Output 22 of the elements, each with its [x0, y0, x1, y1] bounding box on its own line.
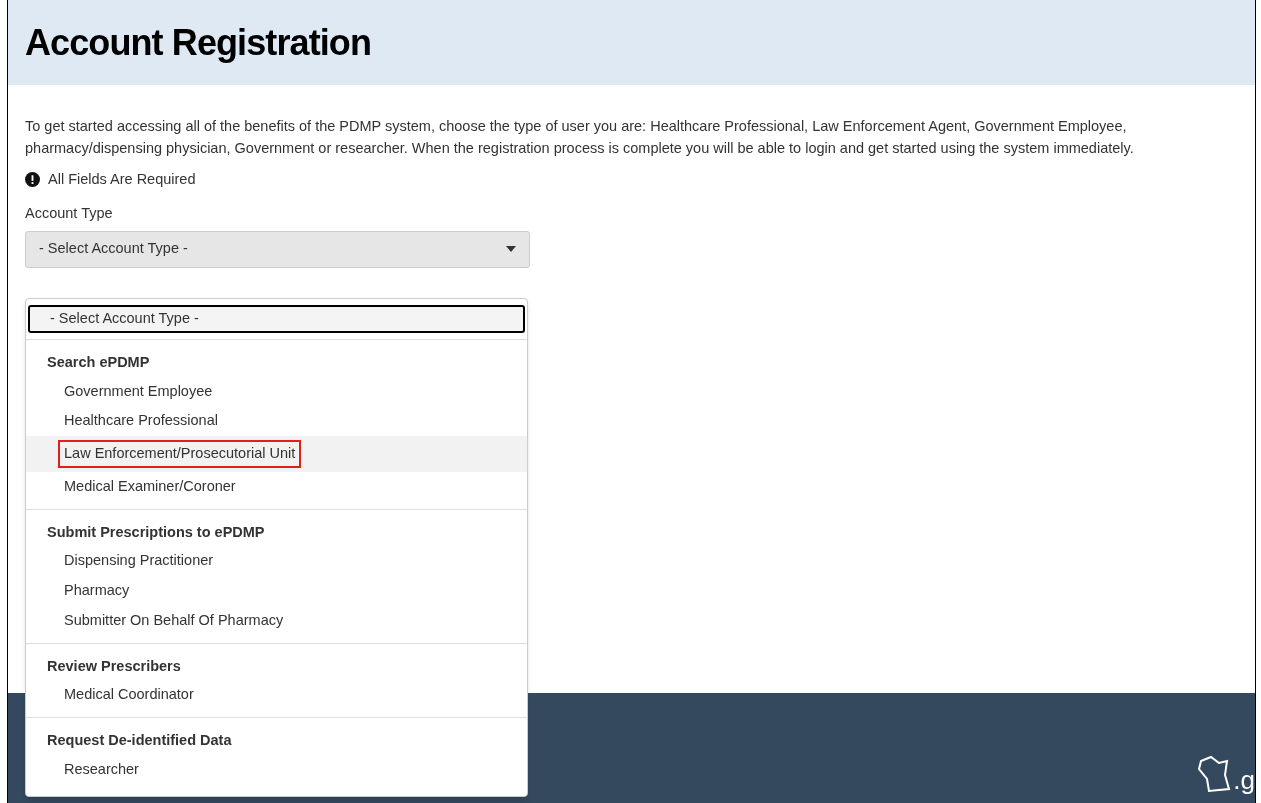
dropdown-option[interactable]: Government Employee: [64, 380, 213, 403]
dropdown-option[interactable]: Healthcare Professional: [64, 410, 218, 432]
dropdown-option[interactable]: Medical Coordinator: [64, 684, 194, 706]
state-outline-icon: [1197, 755, 1232, 793]
dropdown-option[interactable]: Submitter On Behalf Of Pharmacy: [64, 609, 284, 632]
field-label: Account Type: [25, 203, 114, 223]
dropdown-option[interactable]: Law Enforcement/Prosecutorial Unit: [58, 440, 302, 468]
page-title: Account Registration: [25, 20, 372, 65]
required-note: All Fields Are Required: [48, 170, 196, 189]
option-group-label: Search ePDMP: [46, 352, 151, 372]
exclamation-icon: [25, 172, 40, 188]
option-group-label: Request De-identified Data: [46, 731, 233, 750]
account-type-select[interactable]: - Select Account Type -: [25, 230, 530, 268]
dropdown-option[interactable]: Medical Examiner/Coroner: [64, 475, 236, 498]
option-group-label: Review Prescribers: [46, 656, 182, 676]
dropdown-option[interactable]: Dispensing Practitioner: [64, 550, 214, 572]
gov-logo-text: .g: [1233, 767, 1255, 793]
dropdown-option[interactable]: Pharmacy: [64, 580, 130, 602]
intro-paragraph: To get started accessing all of the benefits of the PDMP system, choose the type of user you are: Healthcare Professional, Law Enforcement Agent, Government Employee, pharmacy/dispensing physician, Government or researcher. When the registration process is complete you will be able to login and get started using the system immediately.: [25, 117, 1135, 158]
dropdown-option[interactable]: Researcher: [64, 758, 139, 781]
option-group-label: Submit Prescriptions to ePDMP: [46, 522, 266, 542]
caret-icon: [506, 246, 516, 252]
